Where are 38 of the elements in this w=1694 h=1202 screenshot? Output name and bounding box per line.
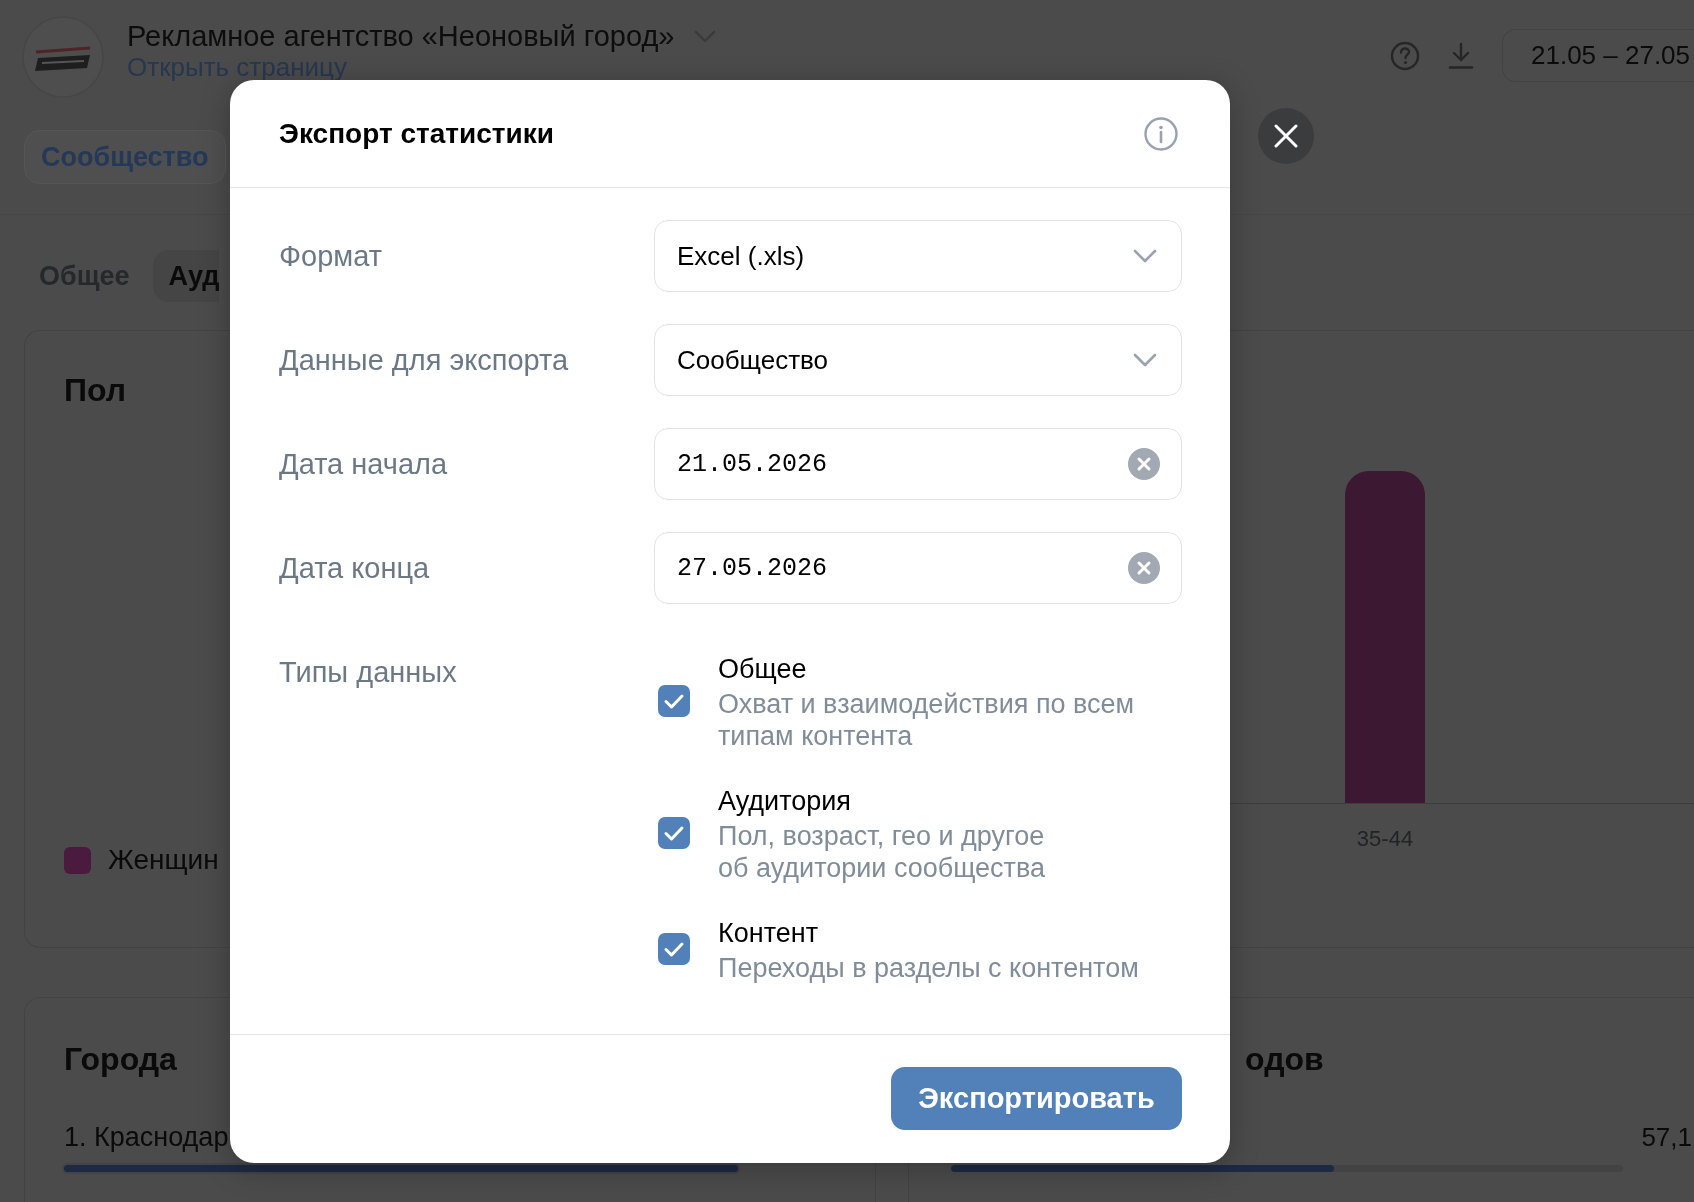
- section-tab[interactable]: Ауд: [152, 250, 220, 302]
- info-icon[interactable]: [1144, 116, 1178, 151]
- field-label: Типы данных: [279, 655, 457, 690]
- field-label: Данные для экспорта: [279, 343, 569, 377]
- city-label: 1. Краснодар: [64, 1121, 229, 1153]
- card-title: Пол: [64, 371, 127, 409]
- date-range-field[interactable]: 21.05 – 27.05: [1502, 29, 1694, 82]
- community-name: Рекламное агентство «Неоновый город»: [127, 19, 675, 53]
- percent-value: 57,1: [1641, 1121, 1693, 1153]
- option-description: Охват и взаимодействия по всем типам контента: [718, 688, 1135, 752]
- date-field[interactable]: 27.05.2026: [654, 532, 1182, 604]
- field-label: Дата начала: [279, 447, 448, 481]
- option-description: Переходы в разделы с контентом: [718, 952, 1139, 984]
- checkbox[interactable]: [658, 685, 690, 717]
- checkbox[interactable]: [658, 933, 690, 965]
- export-button[interactable]: Экспортировать: [891, 1067, 1182, 1130]
- chevron-down-icon: [1133, 353, 1157, 367]
- option-title: Контент: [718, 917, 818, 950]
- field-label: Дата конца: [279, 551, 430, 585]
- clear-icon[interactable]: [1128, 552, 1160, 584]
- option-title: Аудитория: [718, 785, 851, 818]
- card-title: одов: [1245, 1040, 1324, 1078]
- help-icon[interactable]: [1390, 40, 1420, 71]
- legend-label: Женщин: [108, 844, 219, 876]
- download-icon[interactable]: [1447, 41, 1475, 70]
- close-icon: [1274, 124, 1298, 148]
- dialog-title: Экспорт статистики: [279, 117, 554, 150]
- select-field[interactable]: Excel (.xls): [654, 220, 1182, 292]
- card-title: Города: [64, 1040, 177, 1078]
- chevron-down-icon: [1133, 249, 1157, 263]
- clear-icon[interactable]: [1128, 448, 1160, 480]
- checkbox[interactable]: [658, 817, 690, 849]
- option-description: Пол, возраст, гео и другое об аудитории сообщества: [718, 820, 1046, 884]
- field-label: Формат: [279, 239, 382, 273]
- option-title: Общее: [718, 653, 807, 686]
- select-field[interactable]: Сообщество: [654, 324, 1182, 396]
- close-button[interactable]: [1258, 108, 1314, 164]
- date-field[interactable]: 21.05.2026: [654, 428, 1182, 500]
